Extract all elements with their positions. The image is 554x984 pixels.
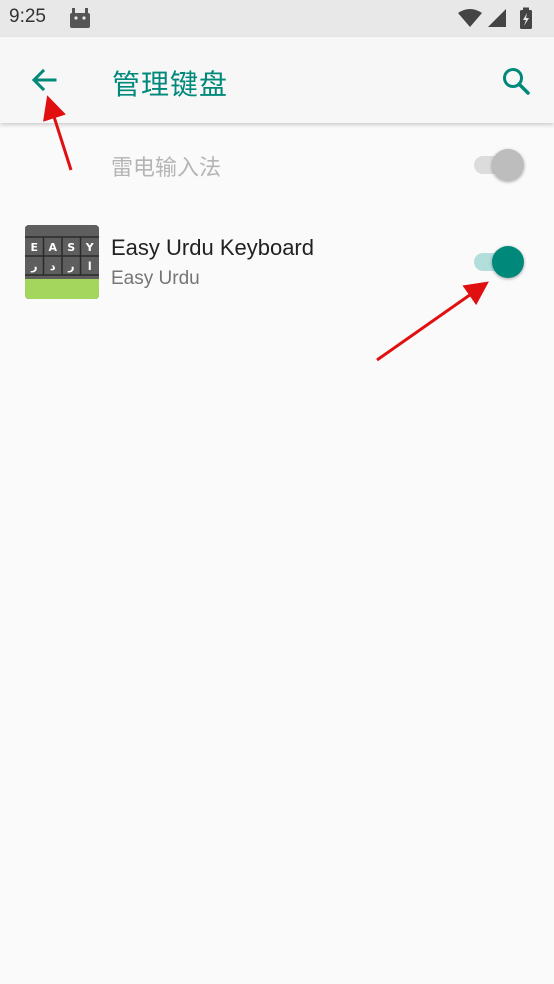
icon-key-5: ر [30,260,37,273]
keyboard-label: 雷电输入法 [111,156,222,181]
icon-key-1: E [30,241,38,254]
back-button[interactable] [24,60,64,100]
icon-key-4: Y [85,241,95,254]
icon-key-2: A [48,241,57,254]
icon-key-7: ر [67,260,74,273]
icon-key-6: د [50,260,56,273]
battery-icon [520,7,532,29]
keyboard-row-leidian[interactable]: 雷电输入法 [0,123,554,207]
keyboard-title: Easy Urdu Keyboard [111,235,314,260]
app-bar: 管理键盘 [0,37,554,123]
icon-key-3: S [67,241,75,254]
icon-key-8: ا [88,260,92,273]
wifi-icon [458,9,482,27]
status-icons [458,7,532,29]
keyboard-subtitle: Easy Urdu [111,268,200,289]
switch-thumb [492,149,524,181]
screen: 9:25 管理键盘 雷电输入法 E A S Y ر د ر ا Easy Urd… [0,0,554,984]
switch-thumb [492,246,524,278]
status-bar: 9:25 [0,0,554,37]
arrow-back-icon [31,68,57,92]
keyboard-toggle-easy-urdu[interactable] [470,243,526,279]
page-title: 管理键盘 [112,68,229,101]
cell-signal-icon [488,9,506,27]
status-time: 9:25 [9,6,46,27]
keyboard-toggle-leidian[interactable] [470,146,526,182]
search-button[interactable] [496,61,536,101]
easy-urdu-app-icon: E A S Y ر د ر ا [25,225,99,299]
keyboard-row-easy-urdu[interactable]: E A S Y ر د ر ا Easy Urdu Keyboard Easy … [0,207,554,311]
android-notification-icon [70,8,90,28]
search-icon [503,68,530,95]
